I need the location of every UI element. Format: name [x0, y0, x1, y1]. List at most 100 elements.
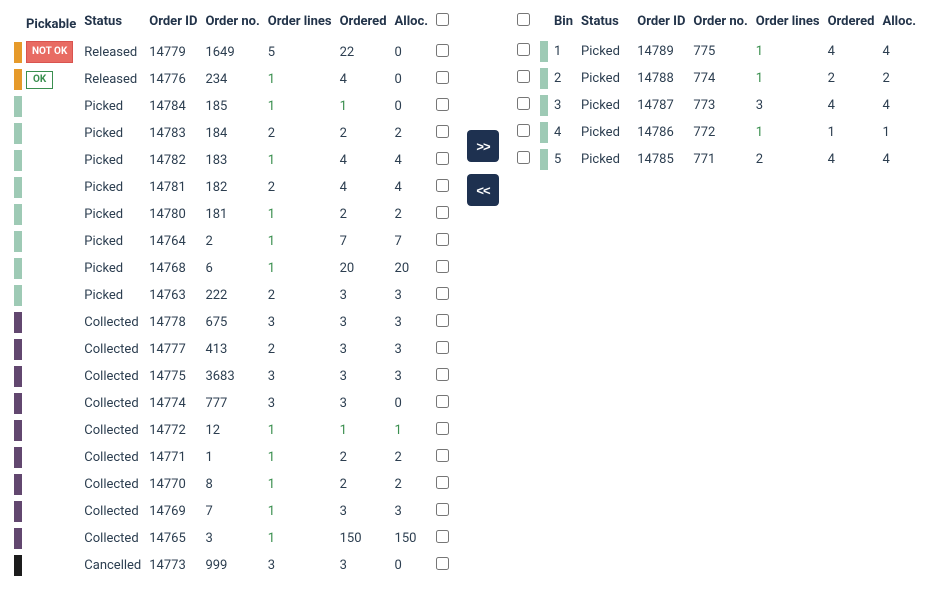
order-lines-cell: 1 [264, 228, 336, 255]
row-checkbox[interactable] [436, 287, 449, 300]
status-color-icon [14, 69, 22, 90]
status-color-icon [14, 42, 22, 63]
status-color-icon [14, 150, 22, 171]
status-color-icon [14, 555, 22, 576]
status-color-icon [14, 177, 22, 198]
status-cell: Picked [577, 119, 633, 146]
row-checkbox[interactable] [436, 233, 449, 246]
table-row[interactable]: Picked14780181122 [14, 201, 453, 228]
order-id-cell: 14774 [145, 390, 201, 417]
order-id-cell: 14778 [145, 309, 201, 336]
row-checkbox[interactable] [436, 206, 449, 219]
alloc-cell: 0 [391, 38, 433, 66]
row-checkbox[interactable] [436, 503, 449, 516]
table-row[interactable]: Picked14782183144 [14, 147, 453, 174]
col-bin[interactable]: Bin [550, 10, 577, 38]
row-checkbox[interactable] [436, 530, 449, 543]
row-checkbox[interactable] [517, 97, 530, 110]
row-checkbox[interactable] [436, 314, 449, 327]
col-order-no[interactable]: Order no. [689, 10, 751, 38]
col-order-lines[interactable]: Order lines [752, 10, 824, 38]
table-row[interactable]: Cancelled14773999330 [14, 552, 453, 579]
table-row[interactable]: Collected147708122 [14, 471, 453, 498]
status-color-icon [14, 474, 22, 495]
table-row[interactable]: 1Picked14789775144 [513, 38, 920, 65]
table-row[interactable]: OKReleased14776234140 [14, 66, 453, 93]
table-row[interactable]: Collected147711122 [14, 444, 453, 471]
table-row[interactable]: NOT OKReleased1477916495220 [14, 38, 453, 66]
col-order-id[interactable]: Order ID [633, 10, 689, 38]
row-checkbox[interactable] [436, 44, 449, 57]
table-row[interactable]: Picked147642177 [14, 228, 453, 255]
status-color-icon [540, 95, 548, 116]
row-checkbox[interactable] [436, 179, 449, 192]
table-row[interactable]: Picked14781182244 [14, 174, 453, 201]
orders-select-all-checkbox[interactable] [436, 13, 449, 26]
status-cell: Picked [80, 201, 145, 228]
table-row[interactable]: Collected1477212111 [14, 417, 453, 444]
col-status[interactable]: Status [577, 10, 633, 38]
row-checkbox[interactable] [436, 98, 449, 111]
order-no-cell: 181 [201, 201, 263, 228]
bin-cell: 1 [550, 38, 577, 65]
table-row[interactable]: 2Picked14788774122 [513, 65, 920, 92]
table-row[interactable]: 3Picked14787773344 [513, 92, 920, 119]
status-color-icon [540, 149, 548, 170]
table-row[interactable]: Collected14778675333 [14, 309, 453, 336]
col-ordered[interactable]: Ordered [824, 10, 879, 38]
order-id-cell: 14776 [145, 66, 201, 93]
col-pickable[interactable]: Pickable [22, 10, 80, 38]
status-color-icon [14, 204, 22, 225]
row-checkbox[interactable] [517, 124, 530, 137]
move-right-button[interactable]: >> [467, 130, 499, 162]
table-row[interactable]: Picked14768612020 [14, 255, 453, 282]
move-left-button[interactable]: << [467, 174, 499, 206]
row-checkbox[interactable] [436, 422, 449, 435]
row-checkbox[interactable] [517, 70, 530, 83]
bins-header-row: Bin Status Order ID Order no. Order line… [513, 10, 920, 38]
table-row[interactable]: Collected14774777330 [14, 390, 453, 417]
row-checkbox[interactable] [517, 151, 530, 164]
table-row[interactable]: Collected147753683333 [14, 363, 453, 390]
row-checkbox[interactable] [436, 71, 449, 84]
row-checkbox[interactable] [436, 395, 449, 408]
alloc-cell: 20 [391, 255, 433, 282]
col-ordered[interactable]: Ordered [336, 10, 391, 38]
table-row[interactable]: Collected147697133 [14, 498, 453, 525]
row-checkbox[interactable] [436, 368, 449, 381]
order-id-cell: 14782 [145, 147, 201, 174]
bins-select-all-checkbox[interactable] [517, 13, 530, 26]
order-no-cell: 3 [201, 525, 263, 552]
ordered-cell: 3 [336, 336, 391, 363]
ordered-cell: 20 [336, 255, 391, 282]
row-checkbox[interactable] [436, 341, 449, 354]
row-checkbox[interactable] [436, 125, 449, 138]
table-row[interactable]: Picked14783184222 [14, 120, 453, 147]
table-row[interactable]: Collected1476531150150 [14, 525, 453, 552]
row-checkbox[interactable] [436, 152, 449, 165]
status-cell: Collected [80, 336, 145, 363]
col-alloc[interactable]: Alloc. [391, 10, 433, 38]
row-checkbox[interactable] [436, 449, 449, 462]
col-status[interactable]: Status [80, 10, 145, 38]
col-order-no[interactable]: Order no. [201, 10, 263, 38]
table-row[interactable]: 4Picked14786772111 [513, 119, 920, 146]
status-cell: Picked [80, 93, 145, 120]
col-order-lines[interactable]: Order lines [264, 10, 336, 38]
row-checkbox[interactable] [436, 557, 449, 570]
col-alloc[interactable]: Alloc. [879, 10, 921, 38]
order-id-cell: 14789 [633, 38, 689, 65]
alloc-cell: 0 [391, 66, 433, 93]
table-row[interactable]: Collected14777413233 [14, 336, 453, 363]
table-row[interactable]: Picked14784185110 [14, 93, 453, 120]
ordered-cell: 2 [824, 65, 879, 92]
order-no-cell: 182 [201, 174, 263, 201]
row-checkbox[interactable] [436, 260, 449, 273]
col-order-id[interactable]: Order ID [145, 10, 201, 38]
order-no-cell: 777 [201, 390, 263, 417]
row-checkbox[interactable] [436, 476, 449, 489]
table-row[interactable]: 5Picked14785771244 [513, 146, 920, 173]
row-checkbox[interactable] [517, 43, 530, 56]
table-row[interactable]: Picked14763222233 [14, 282, 453, 309]
bin-cell: 5 [550, 146, 577, 173]
